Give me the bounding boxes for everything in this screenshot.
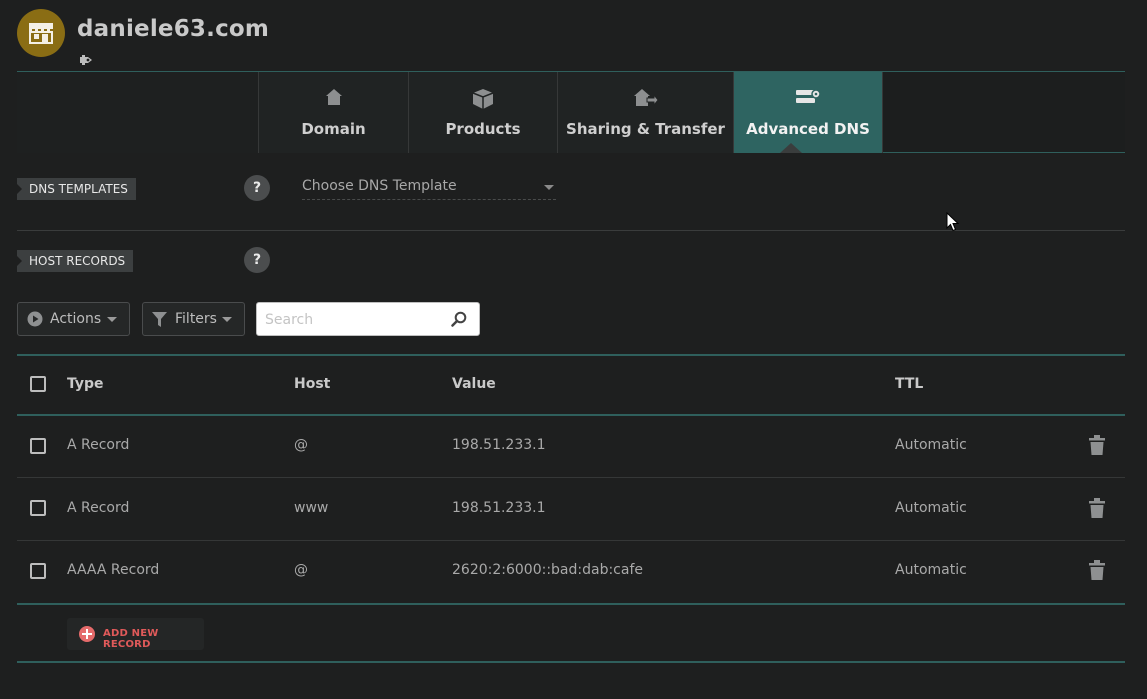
tab-sharing-transfer[interactable]: Sharing & Transfer [558, 72, 734, 153]
record-host: www [294, 500, 329, 516]
host-records-help-button[interactable]: ? [244, 247, 270, 273]
column-header-value[interactable]: Value [452, 376, 496, 392]
table-bottom-border [17, 603, 1125, 605]
table-row: AAAA Record @ 2620:2:6000::bad:dab:cafe … [17, 542, 1125, 604]
tab-label: Advanced DNS [746, 120, 870, 138]
column-header-ttl[interactable]: TTL [895, 376, 923, 392]
store-icon [29, 23, 53, 44]
host-records-label: HOST RECORDS [17, 250, 134, 272]
record-value: 198.51.233.1 [452, 437, 546, 453]
row-checkbox[interactable] [30, 563, 46, 579]
tab-products[interactable]: Products [409, 72, 558, 153]
tab-domain[interactable]: Domain [259, 72, 409, 153]
table-row: A Record www 198.51.233.1 Automatic [17, 479, 1125, 541]
dns-template-select-value: Choose DNS Template [302, 178, 457, 194]
site-logo [17, 9, 65, 57]
record-host: @ [294, 562, 308, 578]
tab-label: Domain [301, 120, 366, 138]
actions-dropdown[interactable]: Actions [17, 302, 130, 336]
record-ttl: Automatic [895, 562, 967, 578]
home-icon [259, 88, 408, 106]
footer-border [17, 661, 1125, 663]
record-value: 2620:2:6000::bad:dab:cafe [452, 562, 643, 578]
record-type: AAAA Record [67, 562, 160, 578]
box-icon [409, 88, 557, 110]
dns-templates-help-button[interactable]: ? [244, 175, 270, 201]
search-icon[interactable] [451, 311, 467, 331]
mouse-cursor-icon [946, 211, 960, 236]
domain-tabs: Domain Products Sharing & Transfer Advan… [17, 71, 1125, 153]
tab-advanced-dns[interactable]: Advanced DNS [734, 72, 883, 153]
table-header: Type Host Value TTL [17, 356, 1125, 414]
record-ttl: Automatic [895, 500, 967, 516]
row-checkbox[interactable] [30, 500, 46, 516]
search-box [256, 302, 480, 336]
trash-icon[interactable] [1089, 435, 1105, 459]
tab-label: Sharing & Transfer [566, 120, 725, 138]
add-new-record-button[interactable]: ADD NEW RECORD [67, 618, 204, 650]
filter-icon [152, 312, 167, 327]
server-gear-icon [734, 88, 882, 106]
filters-label: Filters [175, 311, 217, 327]
record-host: @ [294, 437, 308, 453]
select-all-checkbox[interactable] [30, 376, 46, 392]
play-circle-icon [27, 311, 43, 327]
share-home-icon [558, 88, 733, 108]
trash-icon[interactable] [1089, 560, 1105, 584]
column-header-type[interactable]: Type [67, 376, 104, 392]
tabs-spacer [17, 72, 259, 153]
record-type: A Record [67, 437, 130, 453]
table-row: A Record @ 198.51.233.1 Automatic [17, 416, 1125, 478]
record-value: 198.51.233.1 [452, 500, 546, 516]
row-checkbox[interactable] [30, 438, 46, 454]
dns-templates-label: DNS TEMPLATES [17, 178, 136, 200]
chevron-down-icon [544, 185, 554, 190]
domain-title: daniele63.com [77, 16, 270, 42]
chevron-down-icon [107, 317, 117, 322]
dns-template-select[interactable]: Choose DNS Template [302, 178, 556, 200]
record-ttl: Automatic [895, 437, 967, 453]
tab-label: Products [445, 120, 521, 138]
record-type: A Record [67, 500, 130, 516]
add-new-record-label: ADD NEW RECORD [103, 628, 159, 650]
trash-icon[interactable] [1089, 498, 1105, 522]
plus-circle-icon [79, 626, 95, 642]
column-header-host[interactable]: Host [294, 376, 330, 392]
filters-dropdown[interactable]: Filters [142, 302, 245, 336]
chevron-down-icon [222, 317, 232, 322]
search-input[interactable] [265, 310, 435, 330]
active-tab-pointer [780, 143, 802, 153]
actions-label: Actions [50, 311, 102, 327]
tag-icon [79, 51, 97, 70]
